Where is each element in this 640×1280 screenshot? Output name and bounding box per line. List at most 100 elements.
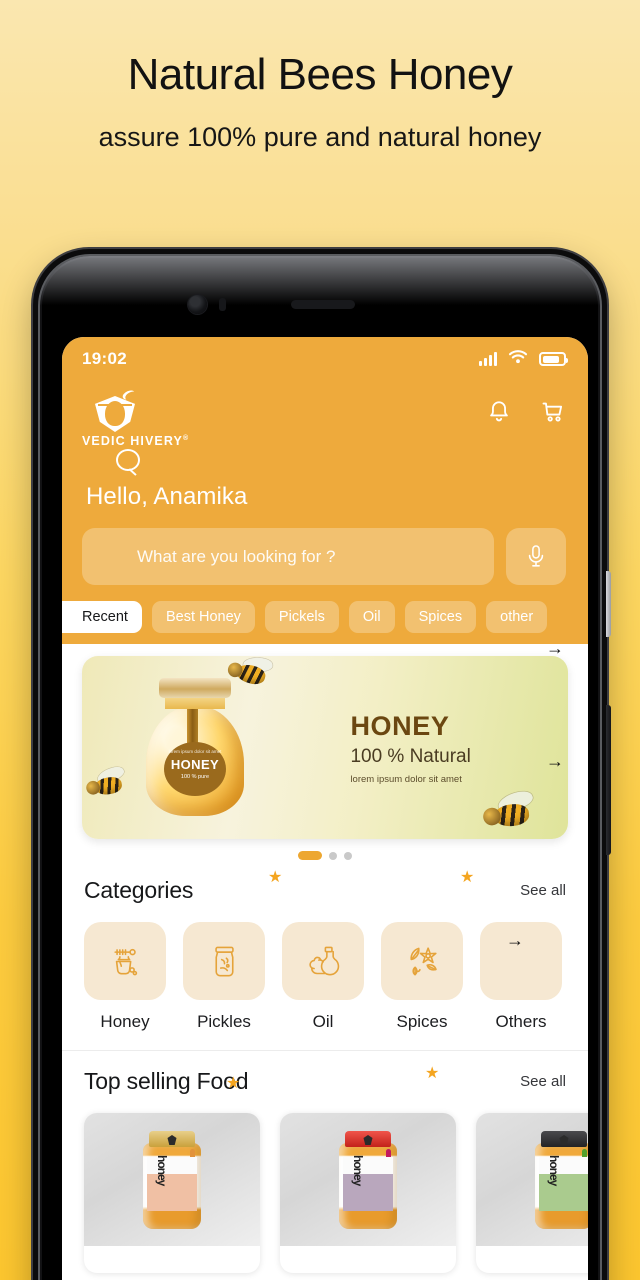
bee-illustration [482, 787, 539, 831]
status-icons [479, 349, 568, 369]
cellular-signal-icon [479, 351, 497, 366]
product-card[interactable]: honey [84, 1113, 260, 1273]
promo-subtitle: assure 100% pure and natural honey [98, 122, 542, 153]
carousel-dot-3[interactable] [344, 851, 352, 860]
categories-title: Categories [84, 877, 194, 903]
categories-section-header: Categories ★ ★ See all [62, 870, 588, 904]
phone-bezel: 19:02 VEDIC HIVERY® Hello, Anamika What … [38, 254, 602, 1280]
proximity-sensor-icon [219, 298, 226, 311]
bezel-highlight [40, 256, 600, 326]
promo-header: Natural Bees Honey assure 100% pure and … [0, 0, 640, 156]
chip-other[interactable]: other [486, 601, 548, 633]
top-selling-section-header: Top selling Food ★ ★ See all [62, 1065, 588, 1095]
app-header: VEDIC HIVERY® Hello, Anamika What are yo… [62, 381, 588, 644]
greeting-text: Hello, Anamika [86, 483, 248, 510]
oil-bottle-icon [282, 922, 364, 1000]
honey-jar-product-icon: honey [335, 1131, 401, 1231]
category-item-others[interactable]: → Others [480, 922, 562, 1032]
banner-title: HONEY [350, 710, 450, 741]
wifi-icon [508, 349, 528, 369]
honey-jar-product-icon: honey [531, 1131, 588, 1231]
category-label: Oil [312, 1012, 334, 1031]
pickle-jar-icon [183, 922, 265, 1000]
product-list[interactable]: honey honey honey [62, 1095, 588, 1273]
category-label: Others [495, 1012, 547, 1031]
app-header-actions [486, 399, 566, 425]
bell-icon[interactable] [486, 399, 512, 425]
category-item-oil[interactable]: Oil [282, 922, 364, 1032]
banner-subtitle: 100 % Natural [350, 745, 471, 767]
others-icon: → [480, 922, 562, 1000]
product-card[interactable]: honey [280, 1113, 456, 1273]
banner-carousel[interactable]: lorem ipsum dolor sit amet HONEY 100 % p… [62, 644, 588, 860]
front-camera-icon [188, 295, 207, 314]
product-card[interactable]: honey [476, 1113, 588, 1273]
banner-text: HONEY 100 % Natural lorem ipsum dolor si… [344, 711, 568, 785]
chip-spices[interactable]: Spices [404, 601, 477, 633]
star-icon: ★ [226, 1075, 241, 1092]
app-content: lorem ipsum dolor sit amet HONEY 100 % p… [62, 644, 588, 1273]
search-input[interactable]: What are you looking for ? [82, 528, 494, 585]
banner-caption: lorem ipsum dolor sit amet [350, 773, 462, 785]
product-image: honey [280, 1113, 456, 1246]
status-clock: 19:02 [82, 349, 127, 368]
app-header-top-row: VEDIC HIVERY® [82, 389, 566, 471]
jar-label-small: lorem ipsum dolor sit amet [168, 749, 222, 754]
honey-jar-product-icon: honey [139, 1131, 205, 1231]
search-row: What are you looking for ? [82, 528, 566, 585]
carousel-dot-1[interactable] [298, 851, 322, 860]
power-button[interactable] [606, 705, 611, 855]
star-icon: ★ [268, 869, 283, 886]
category-item-honey[interactable]: Honey [84, 922, 166, 1032]
beehive-logo-icon [92, 389, 140, 436]
product-info [280, 1246, 456, 1273]
carousel-dot-2[interactable] [329, 851, 337, 860]
category-item-spices[interactable]: Spices [381, 922, 463, 1032]
bee-illustration [84, 763, 129, 799]
top-selling-title: Top selling Food [84, 1068, 249, 1094]
jar-label: lorem ipsum dolor sit amet HONEY 100 % p… [164, 742, 226, 796]
arrow-annotation-icon: → [506, 930, 524, 950]
product-image: honey [84, 1113, 260, 1246]
arrow-annotation-icon: → [546, 751, 564, 771]
jar-label-main: HONEY [170, 756, 220, 772]
earpiece-speaker [291, 300, 355, 309]
registered-mark: ® [182, 434, 190, 442]
chip-best-honey[interactable]: Best Honey [151, 601, 255, 633]
brand-name-text: VEDIC HIVERY [82, 434, 183, 448]
microphone-icon [525, 544, 547, 570]
honey-dipper-pot-icon [84, 922, 166, 1000]
phone-mockup: 19:02 VEDIC HIVERY® Hello, Anamika What … [33, 249, 611, 1280]
product-image: honey [476, 1113, 588, 1246]
filter-chips: Recent Best Honey Pickels Oil Spices oth… [62, 601, 566, 644]
shopping-cart-icon[interactable] [540, 399, 566, 425]
product-info [84, 1246, 260, 1273]
phone-screen: 19:02 VEDIC HIVERY® Hello, Anamika What … [62, 337, 588, 1280]
banner-artwork: lorem ipsum dolor sit amet HONEY 100 % p… [82, 656, 344, 839]
categories-list[interactable]: Honey Pickles Oil Spices → Others [62, 906, 588, 1032]
carousel-indicators[interactable] [82, 851, 568, 860]
categories-see-all[interactable]: See all [520, 882, 566, 899]
honey-jar-illustration: lorem ipsum dolor sit amet HONEY 100 % p… [142, 678, 248, 818]
section-divider [62, 1050, 588, 1051]
spices-leaf-flower-icon [381, 922, 463, 1000]
star-icon: ★ [460, 869, 475, 886]
brand-logo[interactable]: VEDIC HIVERY® [82, 389, 204, 471]
category-label: Spices [396, 1012, 448, 1031]
search-placeholder: What are you looking for ? [137, 546, 336, 566]
volume-button[interactable] [606, 571, 611, 637]
top-selling-see-all[interactable]: See all [520, 1073, 566, 1090]
chip-pickels[interactable]: Pickels [264, 601, 339, 633]
battery-icon [539, 352, 568, 366]
product-info [476, 1246, 588, 1273]
brand-name: VEDIC HIVERY® [82, 434, 204, 448]
chip-recent[interactable]: Recent [62, 601, 142, 633]
banner-slide[interactable]: lorem ipsum dolor sit amet HONEY 100 % p… [82, 656, 568, 839]
voice-search-button[interactable] [506, 528, 566, 585]
promo-title: Natural Bees Honey [127, 50, 513, 99]
category-item-pickles[interactable]: Pickles [183, 922, 265, 1032]
chip-oil[interactable]: Oil [348, 601, 395, 633]
jar-label-tiny: 100 % pure [180, 773, 210, 780]
brand-swoosh-icon [116, 449, 140, 471]
star-icon: ★ [425, 1065, 440, 1082]
